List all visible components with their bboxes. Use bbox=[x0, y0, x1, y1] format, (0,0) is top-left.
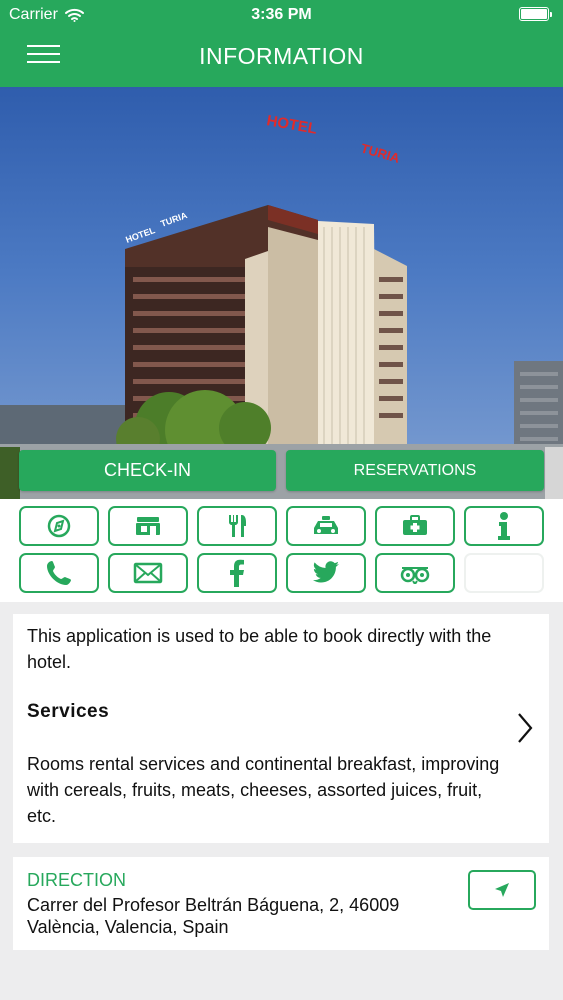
page-title: INFORMATION bbox=[199, 43, 364, 69]
address-text: Carrer del Profesor Beltrán Báguena, 2, … bbox=[27, 894, 427, 938]
email-button[interactable] bbox=[108, 553, 188, 593]
app-screen: Carrier 3:36 PM INFORMATION HOTEL TURIA … bbox=[0, 0, 563, 1000]
empty-icon-slot bbox=[464, 553, 544, 593]
hotel-building-illustration: HOTEL TURIA HOTEL TURIA bbox=[0, 112, 563, 499]
reservations-button[interactable]: RESERVATIONS bbox=[286, 450, 544, 491]
hotel-side-brand: TURIA bbox=[159, 210, 189, 229]
direction-card: DIRECTION Carrer del Profesor Beltrán Bá… bbox=[13, 857, 549, 950]
tripadvisor-icon bbox=[400, 567, 430, 584]
twitter-button[interactable] bbox=[286, 553, 366, 593]
services-title: Services bbox=[27, 701, 110, 722]
compass-button[interactable] bbox=[19, 506, 99, 546]
chevron-right-icon[interactable] bbox=[516, 712, 534, 744]
hotel-sign-brand: TURIA bbox=[359, 140, 402, 166]
mail-icon bbox=[133, 562, 163, 584]
facebook-button[interactable] bbox=[197, 553, 277, 593]
shop-icon bbox=[136, 516, 160, 535]
facebook-icon bbox=[230, 559, 244, 587]
navigation-arrow-icon bbox=[495, 883, 509, 897]
first-aid-button[interactable] bbox=[375, 506, 455, 546]
description-intro: This application is used to be able to b… bbox=[27, 626, 492, 672]
tripadvisor-button[interactable] bbox=[375, 553, 455, 593]
services-description: Rooms rental services and continental br… bbox=[27, 754, 500, 826]
first-aid-icon bbox=[403, 515, 427, 535]
shop-button[interactable] bbox=[108, 506, 188, 546]
taxi-icon bbox=[314, 516, 338, 534]
hotel-sign-top: HOTEL bbox=[265, 112, 318, 138]
phone-icon bbox=[47, 561, 71, 585]
restaurant-button[interactable] bbox=[197, 506, 277, 546]
address-line-2: València, Valencia, Spain bbox=[27, 917, 229, 937]
top-bar: Carrier 3:36 PM INFORMATION bbox=[0, 0, 563, 87]
hotel-hero-image: HOTEL TURIA HOTEL TURIA bbox=[0, 87, 563, 499]
info-icon bbox=[498, 512, 510, 540]
twitter-icon bbox=[313, 561, 339, 583]
phone-button[interactable] bbox=[19, 553, 99, 593]
compass-icon bbox=[47, 514, 71, 538]
status-bar: Carrier 3:36 PM bbox=[0, 0, 563, 30]
status-time: 3:36 PM bbox=[251, 6, 312, 23]
navigate-button[interactable] bbox=[468, 870, 536, 910]
checkin-button[interactable]: CHECK-IN bbox=[19, 450, 276, 491]
battery-level bbox=[521, 9, 547, 19]
taxi-button[interactable] bbox=[286, 506, 366, 546]
cutlery-icon bbox=[229, 515, 246, 537]
info-button[interactable] bbox=[464, 506, 544, 546]
address-line-1: Carrer del Profesor Beltrán Báguena, 2, … bbox=[27, 895, 400, 915]
battery-icon bbox=[519, 7, 552, 21]
direction-label: DIRECTION bbox=[27, 870, 126, 890]
description-card: This application is used to be able to b… bbox=[13, 614, 549, 843]
quick-actions-panel bbox=[0, 499, 563, 602]
